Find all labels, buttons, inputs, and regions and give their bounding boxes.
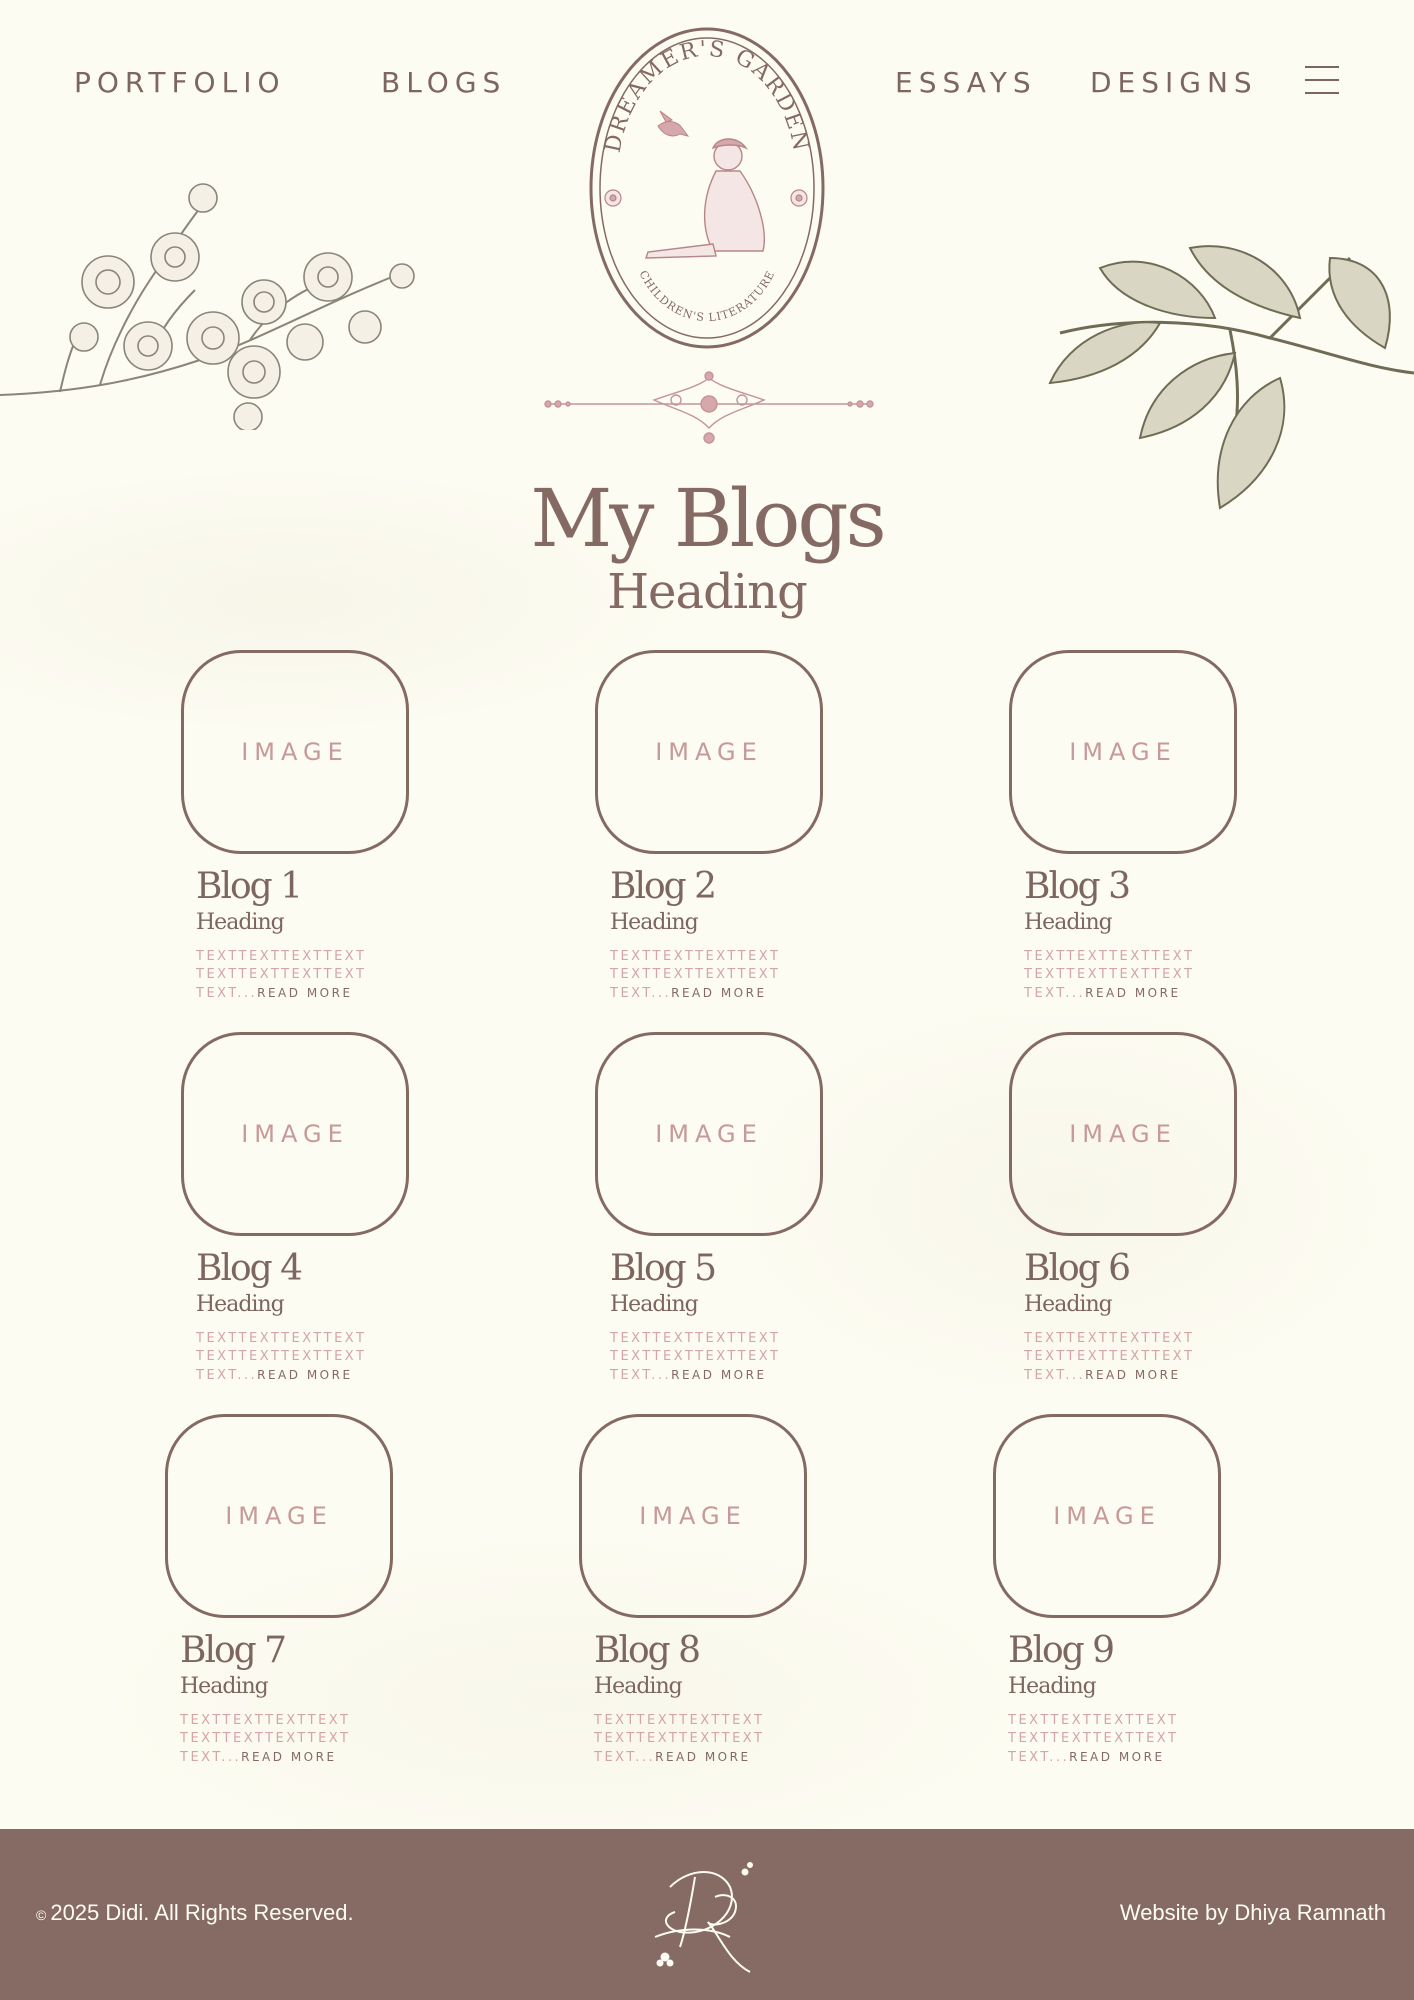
blog-card[interactable]: IMAGE Blog 9 Heading TEXTTEXTTEXTTEXT TE…: [993, 1414, 1223, 1767]
blog-heading: Heading: [196, 910, 285, 935]
blog-excerpt: TEXTTEXTTEXTTEXT TEXTTEXTTEXTTEXT TEXT..…: [610, 1330, 850, 1385]
footer: © 2025 Didi. All Rights Reserved. Website…: [0, 1829, 1414, 2000]
blog-image-placeholder[interactable]: IMAGE: [1009, 650, 1237, 854]
image-placeholder-label: IMAGE: [655, 738, 763, 766]
blog-title[interactable]: Blog 3: [1024, 866, 1239, 908]
footer-credit[interactable]: Website by Dhiya Ramnath: [1120, 1900, 1386, 1926]
blog-heading: Heading: [196, 1292, 285, 1317]
blog-card[interactable]: IMAGE Blog 8 Heading TEXTTEXTTEXTTEXT TE…: [579, 1414, 809, 1767]
cherry-blossom-branch-illustration: [0, 183, 415, 430]
blog-excerpt: TEXTTEXTTEXTTEXT TEXTTEXTTEXTTEXT TEXT..…: [1024, 948, 1264, 1003]
copyright-icon: ©: [36, 1907, 47, 1923]
image-placeholder-label: IMAGE: [639, 1502, 747, 1530]
blog-image-placeholder[interactable]: IMAGE: [579, 1414, 807, 1618]
copyright-text: 2025 Didi. All Rights Reserved.: [50, 1900, 354, 1925]
blog-heading: Heading: [1024, 1292, 1113, 1317]
nav-essays[interactable]: ESSAYS: [895, 66, 1037, 99]
nav-designs[interactable]: DESIGNS: [1090, 66, 1258, 99]
decorative-divider: [544, 371, 874, 444]
blog-heading: Heading: [610, 1292, 699, 1317]
blog-excerpt: TEXTTEXTTEXTTEXT TEXTTEXTTEXTTEXT TEXT..…: [196, 1330, 436, 1385]
blog-heading: Heading: [1008, 1674, 1097, 1699]
read-more-link[interactable]: READ MORE: [257, 986, 352, 1000]
blog-title[interactable]: Blog 1: [196, 866, 411, 908]
blog-excerpt: TEXTTEXTTEXTTEXT TEXTTEXTTEXTTEXT TEXT..…: [594, 1712, 834, 1767]
blog-title[interactable]: Blog 6: [1024, 1248, 1239, 1290]
blog-heading: Heading: [594, 1674, 683, 1699]
read-more-link[interactable]: READ MORE: [1069, 1750, 1164, 1764]
read-more-link[interactable]: READ MORE: [1085, 1368, 1180, 1382]
page-subtitle: Heading: [607, 564, 808, 620]
blog-card[interactable]: IMAGE Blog 2 Heading TEXTTEXTTEXTTEXT TE…: [595, 650, 825, 1003]
image-placeholder-label: IMAGE: [655, 1120, 763, 1148]
read-more-link[interactable]: READ MORE: [655, 1750, 750, 1764]
blog-title[interactable]: Blog 8: [594, 1630, 809, 1672]
hamburger-menu-icon[interactable]: [1305, 66, 1339, 96]
blog-heading: Heading: [610, 910, 699, 935]
blog-image-placeholder[interactable]: IMAGE: [181, 1032, 409, 1236]
footer-copyright: © 2025 Didi. All Rights Reserved.: [36, 1900, 354, 1926]
blog-image-placeholder[interactable]: IMAGE: [595, 1032, 823, 1236]
blog-image-placeholder[interactable]: IMAGE: [1009, 1032, 1237, 1236]
read-more-link[interactable]: READ MORE: [241, 1750, 336, 1764]
nav-portfolio[interactable]: PORTFOLIO: [74, 66, 286, 99]
blog-title[interactable]: Blog 7: [180, 1630, 395, 1672]
blog-excerpt: TEXTTEXTTEXTTEXT TEXTTEXTTEXTTEXT TEXT..…: [1024, 1330, 1264, 1385]
blog-card[interactable]: IMAGE Blog 3 Heading TEXTTEXTTEXTTEXT TE…: [1009, 650, 1239, 1003]
page-title: My Blogs: [530, 472, 886, 565]
blog-card[interactable]: IMAGE Blog 1 Heading TEXTTEXTTEXTTEXT TE…: [181, 650, 411, 1003]
image-placeholder-label: IMAGE: [241, 738, 349, 766]
blog-excerpt: TEXTTEXTTEXTTEXT TEXTTEXTTEXTTEXT TEXT..…: [610, 948, 850, 1003]
image-placeholder-label: IMAGE: [1053, 1502, 1161, 1530]
blog-card[interactable]: IMAGE Blog 5 Heading TEXTTEXTTEXTTEXT TE…: [595, 1032, 825, 1385]
image-placeholder-label: IMAGE: [1069, 1120, 1177, 1148]
blog-image-placeholder[interactable]: IMAGE: [181, 650, 409, 854]
blog-heading: Heading: [1024, 910, 1113, 935]
read-more-link[interactable]: READ MORE: [1085, 986, 1180, 1000]
logo-bottom-text: CHILDREN'S LITERATURE: [636, 268, 776, 324]
blog-title[interactable]: Blog 9: [1008, 1630, 1223, 1672]
blog-heading: Heading: [180, 1674, 269, 1699]
read-more-link[interactable]: READ MORE: [257, 1368, 352, 1382]
blog-image-placeholder[interactable]: IMAGE: [595, 650, 823, 854]
image-placeholder-label: IMAGE: [225, 1502, 333, 1530]
image-placeholder-label: IMAGE: [241, 1120, 349, 1148]
blog-card[interactable]: IMAGE Blog 7 Heading TEXTTEXTTEXTTEXT TE…: [165, 1414, 395, 1767]
blog-card[interactable]: IMAGE Blog 4 Heading TEXTTEXTTEXTTEXT TE…: [181, 1032, 411, 1385]
blog-image-placeholder[interactable]: IMAGE: [165, 1414, 393, 1618]
svg-text:DREAMER'S GARDEN: DREAMER'S GARDEN: [601, 37, 814, 155]
blog-image-placeholder[interactable]: IMAGE: [993, 1414, 1221, 1618]
blog-excerpt: TEXTTEXTTEXTTEXT TEXTTEXTTEXTTEXT TEXT..…: [196, 948, 436, 1003]
svg-text:CHILDREN'S LITERATURE: CHILDREN'S LITERATURE: [636, 268, 777, 324]
blog-excerpt: TEXTTEXTTEXTTEXT TEXTTEXTTEXTTEXT TEXT..…: [1008, 1712, 1248, 1767]
dr-monogram-logo[interactable]: [640, 1837, 770, 1997]
dreamers-garden-logo[interactable]: DREAMER'S GARDEN CHILDREN'S LITERATURE: [588, 26, 826, 350]
blog-card[interactable]: IMAGE Blog 6 Heading TEXTTEXTTEXTTEXT TE…: [1009, 1032, 1239, 1385]
read-more-link[interactable]: READ MORE: [671, 986, 766, 1000]
read-more-link[interactable]: READ MORE: [671, 1368, 766, 1382]
blog-excerpt: TEXTTEXTTEXTTEXT TEXTTEXTTEXTTEXT TEXT..…: [180, 1712, 420, 1767]
logo-top-text: DREAMER'S GARDEN: [601, 37, 812, 155]
image-placeholder-label: IMAGE: [1069, 738, 1177, 766]
blog-title[interactable]: Blog 4: [196, 1248, 411, 1290]
blog-title[interactable]: Blog 2: [610, 866, 825, 908]
blog-title[interactable]: Blog 5: [610, 1248, 825, 1290]
nav-blogs[interactable]: BLOGS: [381, 66, 506, 99]
